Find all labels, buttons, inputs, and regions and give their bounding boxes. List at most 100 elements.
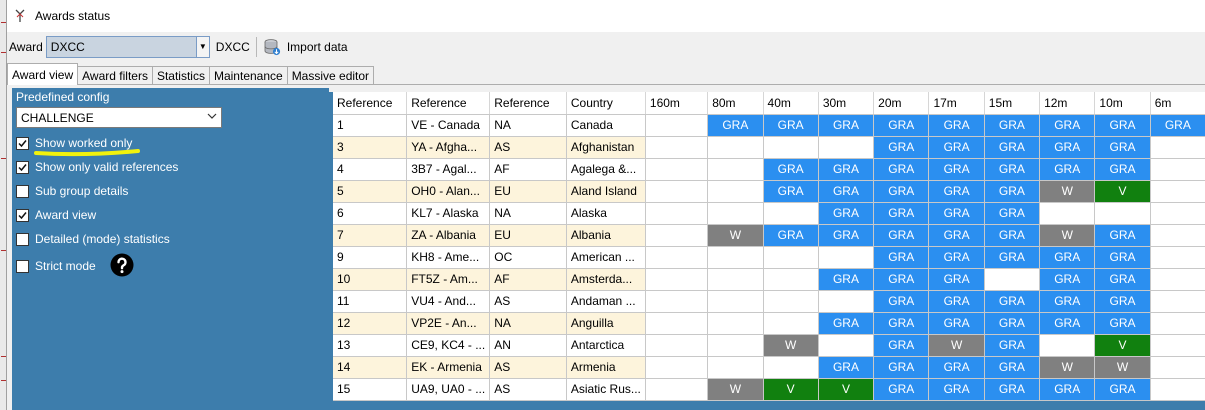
band-cell[interactable]: W <box>1039 224 1096 247</box>
band-cell[interactable] <box>707 180 764 203</box>
band-cell[interactable]: GRA <box>928 268 985 291</box>
tab-massive-editor[interactable]: Massive editor <box>286 66 375 85</box>
band-cell[interactable] <box>645 180 709 203</box>
band-cell[interactable] <box>645 356 709 379</box>
table-row[interactable]: 7 ZA - Albania EU Albania W GRA GRA GRA GRA GRA W G… <box>333 224 1205 247</box>
band-cell[interactable] <box>645 246 709 269</box>
award-view-option[interactable]: Award view <box>16 208 96 222</box>
band-cell[interactable] <box>707 158 764 181</box>
table-row[interactable]: 15 UA9, UA0 - ... AS Asiatic Rus... W V V GRA GR… <box>333 378 1205 401</box>
band-cell[interactable] <box>763 290 819 313</box>
band-cell[interactable]: GRA <box>873 334 930 357</box>
band-cell[interactable]: GRA <box>1039 246 1096 269</box>
band-cell[interactable] <box>1150 356 1205 379</box>
band-cell[interactable]: GRA <box>818 158 875 181</box>
band-cell[interactable]: GRA <box>984 290 1041 313</box>
band-cell[interactable]: GRA <box>928 356 985 379</box>
band-cell[interactable] <box>1039 202 1096 225</box>
band-cell[interactable]: GRA <box>873 246 930 269</box>
band-cell[interactable]: GRA <box>818 180 875 203</box>
band-cell[interactable]: W <box>707 378 764 401</box>
band-cell[interactable]: GRA <box>984 378 1041 401</box>
column-header[interactable]: 12m <box>1039 92 1096 115</box>
band-cell[interactable] <box>1150 202 1205 225</box>
band-cell[interactable]: GRA <box>1039 158 1096 181</box>
band-cell[interactable] <box>645 114 709 137</box>
band-cell[interactable]: GRA <box>928 114 985 137</box>
band-cell[interactable] <box>645 158 709 181</box>
band-cell[interactable]: GRA <box>1039 136 1096 159</box>
show-only-valid-references-option[interactable]: Show only valid references <box>16 160 178 174</box>
band-cell[interactable]: GRA <box>818 224 875 247</box>
table-row[interactable]: 13 CE9, KC4 - ... AN Antarctica W GRA W GRA V <box>333 334 1205 357</box>
strict-mode-option[interactable]: Strict mode <box>16 259 96 273</box>
band-cell[interactable] <box>1094 202 1151 225</box>
detailed-mode-statistics-checkbox[interactable] <box>16 232 29 246</box>
band-cell[interactable]: GRA <box>1039 290 1096 313</box>
band-cell[interactable]: GRA <box>818 356 875 379</box>
detailed-mode-statistics-option[interactable]: Detailed (mode) statistics <box>16 232 170 246</box>
band-cell[interactable]: GRA <box>818 202 875 225</box>
band-cell[interactable] <box>818 290 875 313</box>
band-cell[interactable]: W <box>1039 356 1096 379</box>
band-cell[interactable]: GRA <box>763 114 819 137</box>
band-cell[interactable]: GRA <box>928 158 985 181</box>
band-cell[interactable]: W <box>1039 180 1096 203</box>
band-cell[interactable]: GRA <box>1039 114 1096 137</box>
band-cell[interactable]: GRA <box>873 158 930 181</box>
column-header[interactable]: Reference <box>406 92 491 115</box>
band-cell[interactable] <box>707 334 764 357</box>
band-cell[interactable]: GRA <box>984 114 1041 137</box>
sub-group-details-option[interactable]: Sub group details <box>16 184 128 198</box>
band-cell[interactable] <box>707 356 764 379</box>
band-cell[interactable]: GRA <box>928 290 985 313</box>
band-cell[interactable]: W <box>763 334 819 357</box>
band-cell[interactable] <box>1150 158 1205 181</box>
band-cell[interactable]: GRA <box>928 312 985 335</box>
band-cell[interactable] <box>707 246 764 269</box>
band-cell[interactable] <box>645 290 709 313</box>
band-cell[interactable]: GRA <box>763 158 819 181</box>
band-cell[interactable]: GRA <box>928 246 985 269</box>
band-cell[interactable]: GRA <box>984 158 1041 181</box>
predefined-config-select[interactable]: CHALLENGE <box>16 107 222 128</box>
table-row[interactable]: 1 VE - Canada NA Canada GRA GRA GRA GRA GRA GRA GR… <box>333 114 1205 137</box>
band-cell[interactable]: W <box>707 224 764 247</box>
band-cell[interactable]: GRA <box>873 378 930 401</box>
band-cell[interactable] <box>1150 378 1205 401</box>
band-cell[interactable]: GRA <box>1094 136 1151 159</box>
band-cell[interactable]: GRA <box>873 268 930 291</box>
band-cell[interactable]: GRA <box>928 180 985 203</box>
table-row[interactable]: 4 3B7 - Agal... AF Agalega &... GRA GRA GRA GRA… <box>333 158 1205 181</box>
band-cell[interactable]: V <box>1094 180 1151 203</box>
band-cell[interactable] <box>818 334 875 357</box>
band-cell[interactable]: GRA <box>1094 246 1151 269</box>
band-cell[interactable]: GRA <box>984 202 1041 225</box>
band-cell[interactable]: GRA <box>1094 158 1151 181</box>
band-cell[interactable]: V <box>818 378 875 401</box>
band-cell[interactable] <box>707 312 764 335</box>
column-header[interactable]: 17m <box>928 92 985 115</box>
band-cell[interactable]: GRA <box>1094 290 1151 313</box>
band-cell[interactable]: GRA <box>984 246 1041 269</box>
band-cell[interactable]: GRA <box>873 114 930 137</box>
band-cell[interactable] <box>763 246 819 269</box>
band-cell[interactable]: GRA <box>873 136 930 159</box>
column-header[interactable]: 10m <box>1094 92 1151 115</box>
band-cell[interactable]: GRA <box>928 224 985 247</box>
table-row[interactable]: 3 YA - Afgha... AS Afghanistan GRA GRA GRA GRA G… <box>333 136 1205 159</box>
band-cell[interactable] <box>763 268 819 291</box>
band-cell[interactable] <box>707 290 764 313</box>
band-cell[interactable] <box>984 268 1041 291</box>
band-cell[interactable]: GRA <box>873 312 930 335</box>
column-header[interactable]: 20m <box>873 92 930 115</box>
column-header[interactable]: 160m <box>645 92 709 115</box>
band-cell[interactable] <box>1150 180 1205 203</box>
sub-group-details-checkbox[interactable] <box>16 184 29 198</box>
band-cell[interactable] <box>645 378 709 401</box>
tab-award-filters[interactable]: Award filters <box>77 66 153 85</box>
award-select[interactable]: DXCC ▼ <box>45 36 210 58</box>
band-cell[interactable]: GRA <box>1094 378 1151 401</box>
band-cell[interactable]: GRA <box>1039 378 1096 401</box>
import-data-button[interactable]: Import data <box>263 38 348 56</box>
